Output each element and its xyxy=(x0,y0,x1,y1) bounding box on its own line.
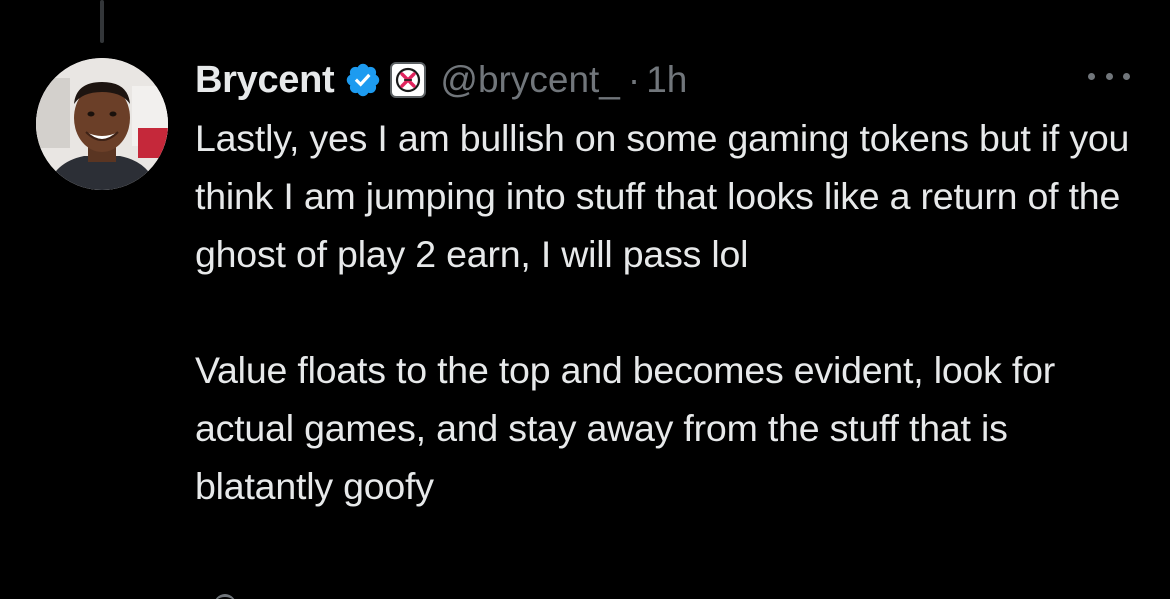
author-handle[interactable]: @brycent_ xyxy=(440,59,619,101)
tweet-header: Brycent @brycent_ · 1h xyxy=(195,52,687,108)
tweet-body: Lastly, yes I am bullish on some gaming … xyxy=(195,109,1135,515)
reply-icon[interactable] xyxy=(214,594,236,599)
avatar[interactable] xyxy=(36,58,168,190)
tweet-paragraph: Value floats to the top and becomes evid… xyxy=(195,349,1056,507)
header-separator: · xyxy=(627,59,641,100)
profile-photo xyxy=(36,58,168,190)
tweet-paragraph: Lastly, yes I am bullish on some gaming … xyxy=(195,117,1130,275)
tweet-screen: Brycent @brycent_ · 1h Lastly, yes I am … xyxy=(0,0,1170,599)
more-dot xyxy=(1088,72,1095,80)
more-dot xyxy=(1123,72,1130,80)
author-display-name[interactable]: Brycent xyxy=(195,59,335,102)
tweet-timestamp[interactable]: 1h xyxy=(646,59,687,101)
affiliate-logo-icon[interactable] xyxy=(390,62,427,98)
more-options-icon[interactable] xyxy=(1088,66,1130,86)
more-dot xyxy=(1105,72,1113,80)
thread-connector-line xyxy=(100,0,104,43)
verified-badge-icon[interactable] xyxy=(344,61,382,99)
